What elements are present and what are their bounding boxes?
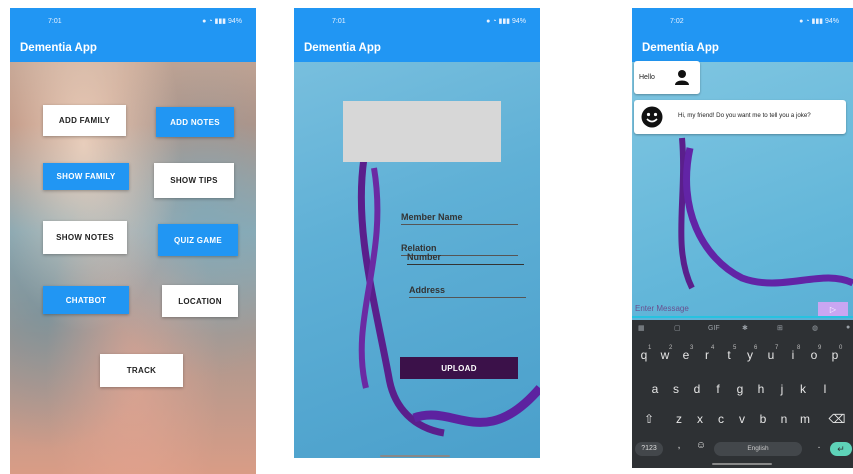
- translate-icon[interactable]: ⊞: [777, 324, 783, 332]
- key-sup-4: 4: [711, 345, 715, 351]
- chatbot-button[interactable]: CHATBOT: [43, 286, 129, 314]
- upload-button[interactable]: UPLOAD: [400, 357, 518, 379]
- message-input[interactable]: Enter Message: [635, 304, 689, 313]
- number-field[interactable]: Number: [407, 252, 524, 265]
- key-s[interactable]: s: [667, 382, 685, 396]
- key-h[interactable]: h: [752, 382, 770, 396]
- number-placeholder: Number: [407, 252, 442, 262]
- key-a[interactable]: a: [646, 382, 664, 396]
- key-sup-9: 9: [818, 345, 822, 351]
- enter-key-icon[interactable]: ↵: [830, 442, 852, 456]
- location-button[interactable]: LOCATION: [162, 285, 238, 317]
- keyboard-toolbar: ▦ ▢ GIF ✱ ⊞ ◍ ●: [632, 320, 853, 338]
- key-l[interactable]: l: [816, 382, 834, 396]
- space-key[interactable]: English: [714, 442, 802, 456]
- backspace-key-icon[interactable]: ⌫: [828, 412, 846, 426]
- add-family-screen: 7:01 ● ◔ ▮▮▮ 94% Dementia App Member Nam…: [294, 8, 540, 458]
- keyboard-row-1: q w e r t y u i o p 1 2 3 4 5 6 7 8 9 0: [632, 342, 853, 364]
- shift-key-icon[interactable]: ⇧: [640, 412, 658, 426]
- key-k[interactable]: k: [794, 382, 812, 396]
- status-icons: ● ◔ ▮▮▮ 94%: [799, 18, 839, 25]
- app-title: Dementia App: [642, 42, 719, 54]
- add-notes-button[interactable]: ADD NOTES: [156, 107, 234, 137]
- user-message-bubble: Hello: [634, 61, 700, 94]
- app-title: Dementia App: [304, 42, 381, 54]
- key-sup-3: 3: [690, 345, 694, 351]
- app-bar: Dementia App: [632, 34, 853, 62]
- track-button[interactable]: TRACK: [100, 354, 183, 387]
- home-screen: 7:01 ● ◔ ▮▮▮ 94% Dementia App ADD FAMILY…: [10, 8, 256, 474]
- key-d[interactable]: d: [688, 382, 706, 396]
- key-v[interactable]: v: [733, 412, 751, 426]
- sticker-icon[interactable]: ▢: [674, 324, 681, 332]
- keyboard-row-3: ⇧ z x c v b n m ⌫: [632, 412, 853, 432]
- photo-placeholder[interactable]: [343, 101, 501, 162]
- quiz-game-button[interactable]: QUIZ GAME: [158, 224, 238, 256]
- status-time: 7:01: [332, 17, 346, 25]
- user-avatar-icon: [675, 70, 689, 85]
- home-indicator: [380, 455, 450, 457]
- member-name-placeholder: Member Name: [401, 212, 463, 222]
- status-bar: 7:02 ● ◔ ▮▮▮ 94%: [632, 8, 853, 34]
- grid-icon[interactable]: ▦: [638, 324, 645, 332]
- keyboard-row-2: a s d f g h j k l: [632, 382, 853, 402]
- address-field[interactable]: Address: [409, 285, 526, 298]
- status-time: 7:01: [48, 17, 62, 25]
- bot-message-bubble: Hi, my friend! Do you want me to tell yo…: [634, 100, 846, 134]
- message-input-bar: Enter Message ▷: [632, 301, 853, 318]
- battery-level: 94%: [824, 18, 839, 25]
- key-c[interactable]: c: [712, 412, 730, 426]
- gif-button[interactable]: GIF: [708, 325, 720, 332]
- send-icon: ▷: [829, 304, 837, 314]
- status-icons: ● ◔ ▮▮▮ 94%: [202, 18, 242, 25]
- key-sup-2: 2: [669, 345, 673, 351]
- bot-smiley-icon: [641, 106, 663, 128]
- settings-icon[interactable]: ✱: [742, 324, 748, 332]
- key-b[interactable]: b: [754, 412, 772, 426]
- key-f[interactable]: f: [709, 382, 727, 396]
- key-sup-5: 5: [733, 345, 737, 351]
- key-n[interactable]: n: [775, 412, 793, 426]
- symbols-key[interactable]: ?123: [635, 442, 663, 456]
- chatbot-screen: 7:02 ● ◔ ▮▮▮ 94% Dementia App Hello Hi, …: [632, 8, 853, 468]
- period-key[interactable]: .: [810, 440, 828, 451]
- app-title: Dementia App: [20, 42, 97, 54]
- keyboard-row-4: ?123 , ☺ English . ↵: [632, 440, 853, 458]
- show-family-button[interactable]: SHOW FAMILY: [43, 163, 129, 190]
- key-g[interactable]: g: [731, 382, 749, 396]
- address-placeholder: Address: [409, 285, 446, 295]
- battery-level: 94%: [227, 18, 242, 25]
- key-x[interactable]: x: [691, 412, 709, 426]
- mic-icon[interactable]: ●: [846, 324, 850, 331]
- palette-icon[interactable]: ◍: [812, 324, 818, 332]
- status-icons: ● ◔ ▮▮▮ 94%: [486, 18, 526, 25]
- add-family-button[interactable]: ADD FAMILY: [43, 105, 126, 136]
- key-j[interactable]: j: [773, 382, 791, 396]
- member-name-field[interactable]: Member Name: [401, 212, 518, 225]
- key-z[interactable]: z: [670, 412, 688, 426]
- soft-keyboard: ▦ ▢ GIF ✱ ⊞ ◍ ● q w e r t y u i o p 1 2 …: [632, 320, 853, 468]
- send-button[interactable]: ▷: [818, 302, 848, 316]
- bot-message-text: Hi, my friend! Do you want me to tell yo…: [678, 112, 811, 119]
- purple-ribbon-decoration: [678, 137, 853, 290]
- key-sup-6: 6: [754, 345, 758, 351]
- emoji-key-icon[interactable]: ☺: [692, 440, 710, 451]
- key-m[interactable]: m: [796, 412, 814, 426]
- show-tips-button[interactable]: SHOW TIPS: [154, 163, 234, 198]
- home-indicator: [712, 463, 772, 465]
- status-bar: 7:01 ● ◔ ▮▮▮ 94%: [294, 8, 540, 34]
- status-bar: 7:01 ● ◔ ▮▮▮ 94%: [10, 8, 256, 34]
- key-sup-8: 8: [797, 345, 801, 351]
- comma-key[interactable]: ,: [670, 440, 688, 451]
- key-sup-0: 0: [839, 345, 843, 351]
- app-bar: Dementia App: [10, 34, 256, 62]
- show-notes-button[interactable]: SHOW NOTES: [43, 221, 127, 254]
- status-time: 7:02: [670, 17, 684, 25]
- battery-level: 94%: [511, 18, 526, 25]
- key-sup-7: 7: [775, 345, 779, 351]
- user-message-text: Hello: [639, 74, 655, 81]
- key-sup-1: 1: [648, 345, 652, 351]
